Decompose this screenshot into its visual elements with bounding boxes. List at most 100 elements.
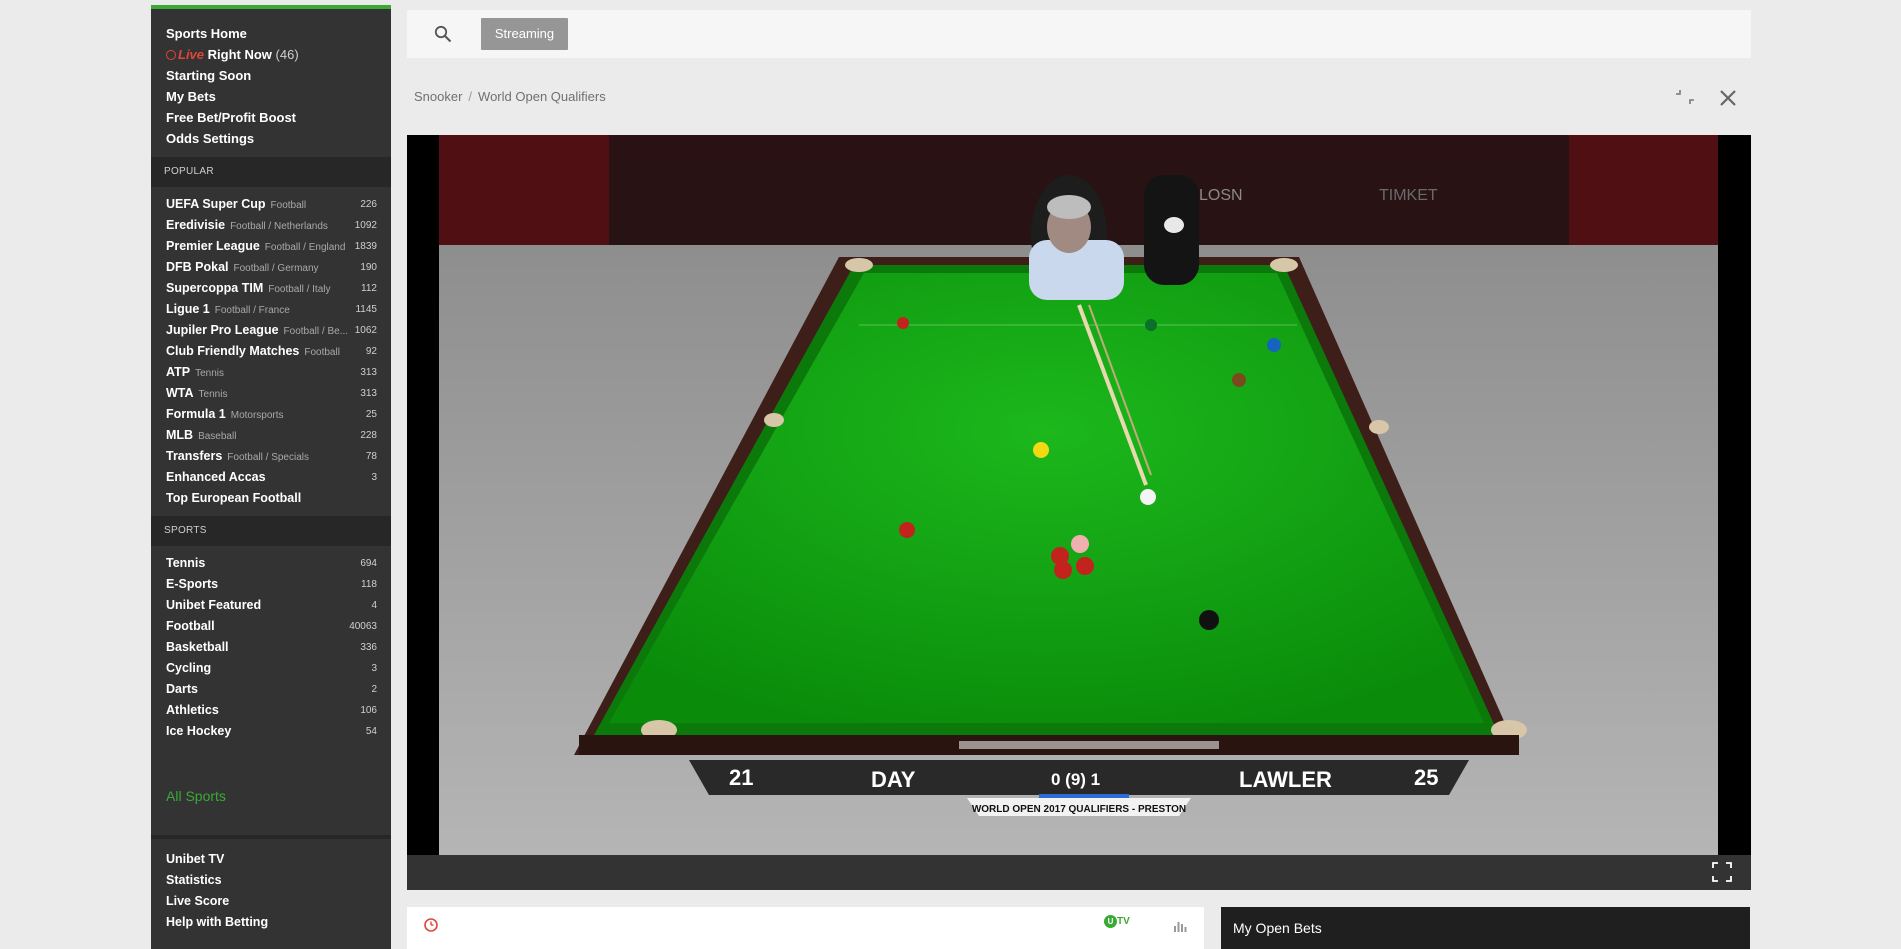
sidebar-item-odds-settings[interactable]: Odds Settings xyxy=(151,128,391,149)
sidebar-item-count: 78 xyxy=(365,451,377,462)
sidebar-item-count: 25 xyxy=(365,409,377,420)
sidebar-item-sports-home[interactable]: Sports Home xyxy=(151,23,391,44)
ball-red xyxy=(897,317,909,329)
sidebar-item-popular[interactable]: Formula 1 Motorsports 25 xyxy=(151,404,391,425)
sidebar-item-label: Eredivisie xyxy=(166,218,226,232)
sidebar-item-category: Football / Netherlands xyxy=(230,221,328,232)
sidebar-item-count: 92 xyxy=(365,346,377,357)
sidebar-item-help[interactable]: Unibet TV xyxy=(151,849,391,870)
sidebar-item-category: Football / Germany xyxy=(233,263,319,274)
my-open-bets-panel[interactable]: My Open Bets xyxy=(1221,907,1750,949)
sidebar-item-category: Motorsports xyxy=(230,410,284,421)
sidebar-item-label: Live Score xyxy=(166,894,230,908)
sidebar-item-popular[interactable]: Premier League Football / England 1839 xyxy=(151,236,391,257)
sidebar-item-help[interactable]: Statistics xyxy=(151,870,391,891)
sidebar-item-popular[interactable]: ATP Tennis 313 xyxy=(151,362,391,383)
sidebar-item-count: 313 xyxy=(360,388,377,399)
sidebar-item-count: 4 xyxy=(371,600,377,611)
sidebar-item-live-right-now[interactable]: Live Right Now (46) xyxy=(151,44,391,65)
sidebar-item-popular[interactable]: Club Friendly Matches Football 92 xyxy=(151,341,391,362)
sidebar-item-popular[interactable]: WTA Tennis 313 xyxy=(151,383,391,404)
sidebar-item-popular[interactable]: DFB Pokal Football / Germany 190 xyxy=(151,257,391,278)
sidebar-item-popular[interactable]: Eredivisie Football / Netherlands 1092 xyxy=(151,215,391,236)
sidebar-item-sport[interactable]: Football 40063 xyxy=(151,616,391,637)
sidebar-item-count: 1062 xyxy=(354,325,377,336)
stats-icon[interactable] xyxy=(1173,918,1187,932)
sidebar-item-count: 226 xyxy=(360,199,377,210)
sidebar-item-sport[interactable]: Darts 2 xyxy=(151,679,391,700)
close-icon[interactable] xyxy=(1718,88,1738,108)
sidebar-item-popular[interactable]: Top European Football xyxy=(151,488,391,509)
event-banner-text: WORLD OPEN 2017 QUALIFIERS - PRESTON xyxy=(972,804,1186,815)
sidebar-item-count: 112 xyxy=(361,283,377,294)
sidebar-item-sport[interactable]: Athletics 106 xyxy=(151,700,391,721)
sidebar-item-category: Football / England xyxy=(264,242,346,253)
sidebar-item-label: Unibet TV xyxy=(166,852,225,866)
sidebar-item-sport[interactable]: Tennis 694 xyxy=(151,553,391,574)
sidebar-item-free-bet[interactable]: Free Bet/Profit Boost xyxy=(151,107,391,128)
sidebar-item-label: Football xyxy=(166,619,215,633)
video-player[interactable]: LOSN TIMKET 21 DAY 0 (9) 1 LAWLER 25 WOR… xyxy=(407,135,1751,855)
live-word: Live xyxy=(178,47,205,62)
sidebar-item-count: 1145 xyxy=(355,304,377,315)
sidebar-item-popular[interactable]: Supercoppa TIM Football / Italy 112 xyxy=(151,278,391,299)
snooker-scene: LOSN TIMKET 21 DAY 0 (9) 1 LAWLER 25 WOR… xyxy=(439,135,1718,855)
sidebar-item-label: Formula 1 xyxy=(166,407,226,421)
sidebar-item-starting-soon[interactable]: Starting Soon xyxy=(151,65,391,86)
ball-blue xyxy=(1267,338,1281,352)
ball-red xyxy=(1054,561,1072,579)
sidebar-item-label: Athletics xyxy=(166,703,219,717)
frame-score: 0 (9) 1 xyxy=(1051,770,1100,789)
streaming-button[interactable]: Streaming xyxy=(481,18,568,50)
sidebar-bottom-nav: Unibet TV Statistics Live Score Help with B… xyxy=(151,839,391,943)
sidebar-item-label: UEFA Super Cup xyxy=(166,197,266,211)
top-search-bar: Streaming xyxy=(407,10,1751,58)
sidebar-item-label: WTA xyxy=(166,386,194,400)
sidebar-item-count: 313 xyxy=(360,367,377,378)
sidebar-item-help[interactable]: Help with Betting xyxy=(151,912,391,933)
sidebar-item-count: 54 xyxy=(365,726,377,737)
ball-cue xyxy=(1140,489,1156,505)
sidebar-item-sport[interactable]: Basketball 336 xyxy=(151,637,391,658)
sidebar-item-popular[interactable]: UEFA Super Cup Football 226 xyxy=(151,194,391,215)
fullscreen-icon[interactable] xyxy=(1711,861,1733,883)
sidebar-item-label: Ligue 1 xyxy=(166,302,210,316)
sidebar-item-count: 40063 xyxy=(349,621,377,632)
video-frame: LOSN TIMKET 21 DAY 0 (9) 1 LAWLER 25 WOR… xyxy=(439,135,1718,855)
sidebar-item-category: Football / Italy xyxy=(268,284,331,295)
sidebar-item-label: Help with Betting xyxy=(166,915,269,929)
sidebar-item-popular[interactable]: MLB Baseball 228 xyxy=(151,425,391,446)
breadcrumb-sport[interactable]: Snooker xyxy=(414,89,462,104)
player-left-name: DAY xyxy=(871,767,916,792)
sidebar-item-category: Football xyxy=(270,200,307,211)
sidebar-item-popular[interactable]: Jupiler Pro League Football / Be... 1062 xyxy=(151,320,391,341)
sidebar-item-sport[interactable]: Ice Hockey 54 xyxy=(151,721,391,742)
sidebar-item-category: Football / Be... xyxy=(283,326,349,337)
sidebar-item-popular[interactable]: Enhanced Accas 3 xyxy=(151,467,391,488)
tv-icon[interactable]: U TV xyxy=(1104,915,1130,931)
tv-label: TV xyxy=(1117,916,1130,928)
sidebar-item-sport[interactable]: E-Sports 118 xyxy=(151,574,391,595)
sidebar-top-nav: Sports Home Live Right Now (46) Starting… xyxy=(151,9,391,157)
sidebar-item-popular[interactable]: Ligue 1 Football / France 1145 xyxy=(151,299,391,320)
sidebar-item-help[interactable]: Live Score xyxy=(151,891,391,912)
sidebar-item-count: 2 xyxy=(371,684,377,695)
breadcrumb-event[interactable]: World Open Qualifiers xyxy=(478,89,606,104)
sidebar-item-my-bets[interactable]: My Bets xyxy=(151,86,391,107)
sidebar-item-popular[interactable]: Transfers Football / Specials 78 xyxy=(151,446,391,467)
sidebar-item-label: Club Friendly Matches xyxy=(166,344,300,358)
sidebar-item-label: Cycling xyxy=(166,661,212,675)
board-text-1: LOSN xyxy=(1199,187,1243,204)
sidebar-item-count: 3 xyxy=(371,472,377,483)
all-sports-link[interactable]: All Sports xyxy=(166,788,226,804)
sports-header: SPORTS xyxy=(151,516,391,546)
search-icon[interactable] xyxy=(434,25,452,43)
ball-red xyxy=(899,522,915,538)
live-clock-icon xyxy=(166,50,176,60)
sidebar-item-sport[interactable]: Unibet Featured 4 xyxy=(151,595,391,616)
sidebar-item-count: 228 xyxy=(360,430,377,441)
sidebar-item-label: Ice Hockey xyxy=(166,724,232,738)
minimize-icon[interactable] xyxy=(1674,88,1696,106)
ball-yellow xyxy=(1033,442,1049,458)
sidebar-item-sport[interactable]: Cycling 3 xyxy=(151,658,391,679)
